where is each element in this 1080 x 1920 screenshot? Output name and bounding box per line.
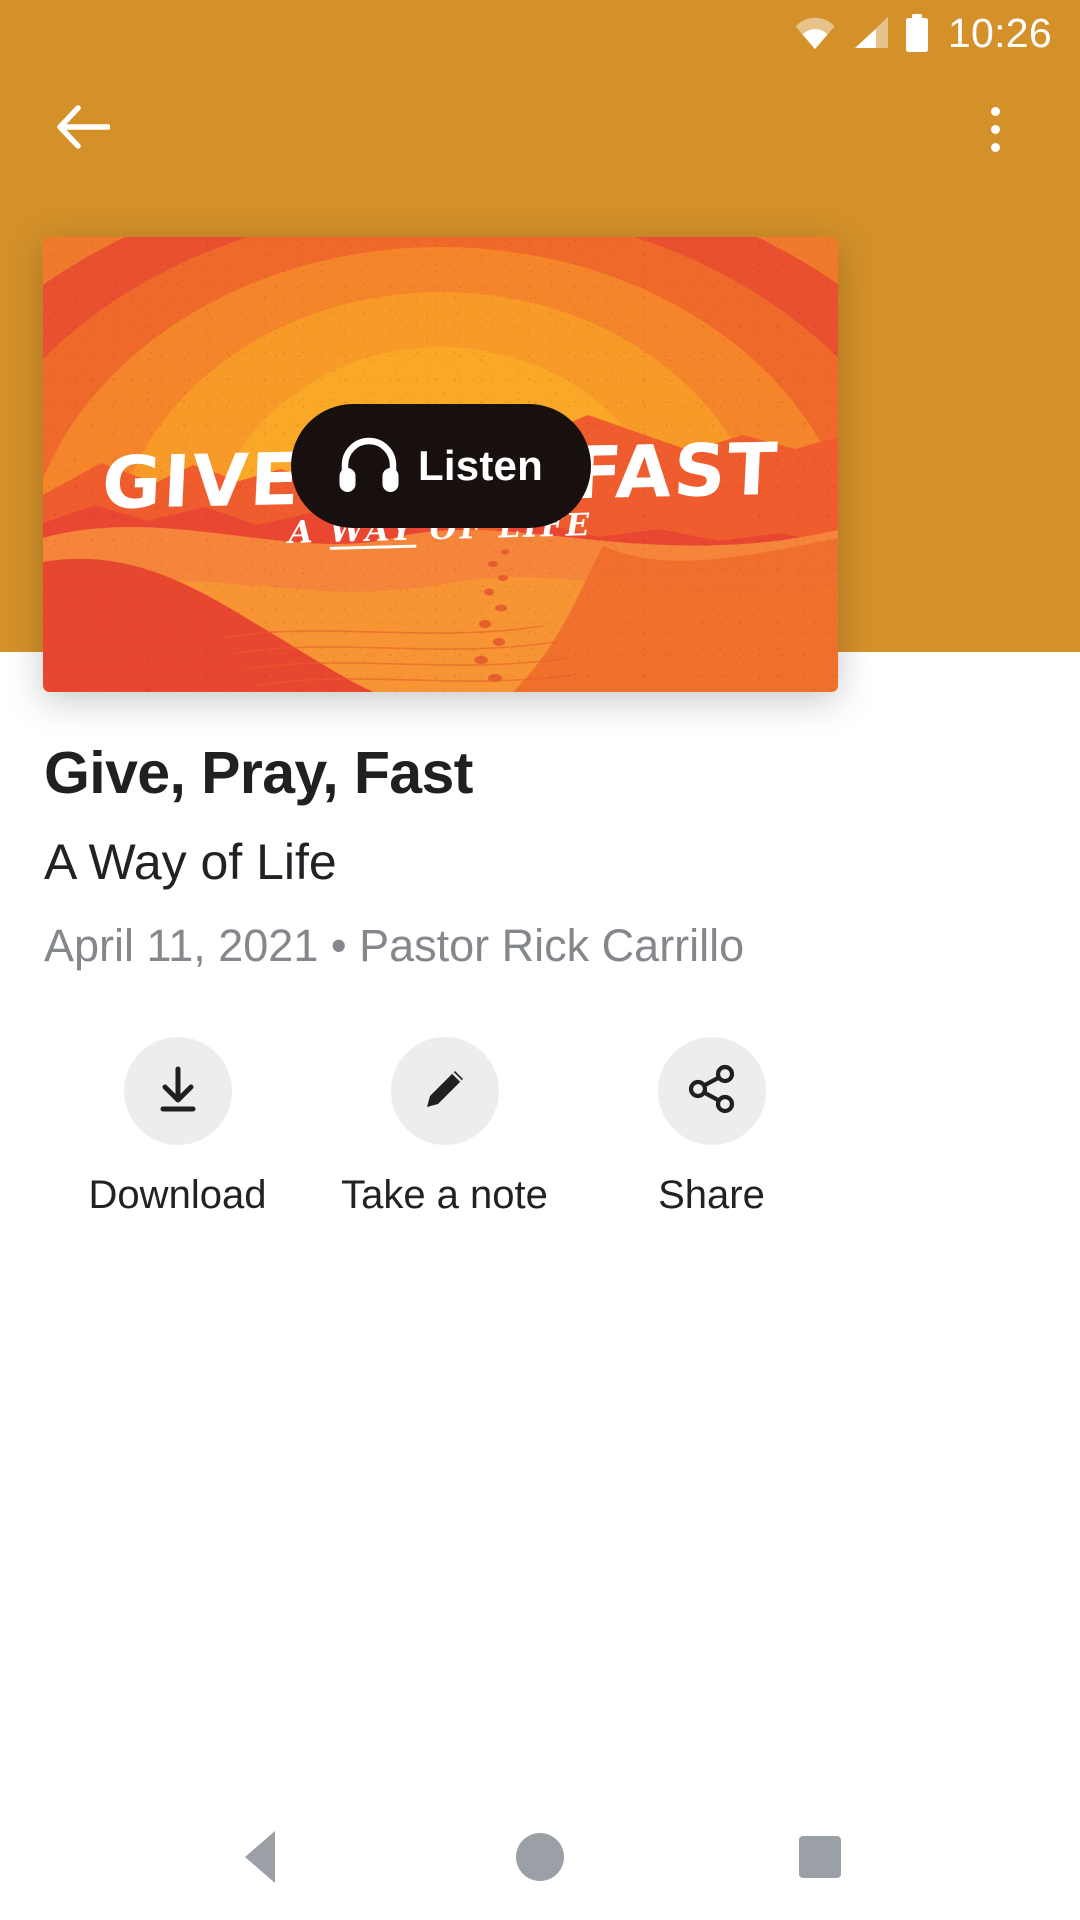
take-a-note-button-label: Take a note <box>341 1173 548 1218</box>
listen-button-label: Listen <box>418 442 543 489</box>
nav-back-button[interactable] <box>200 1797 320 1917</box>
app-bar <box>0 66 1080 192</box>
sermon-series-subtitle: A Way of Life <box>44 834 337 891</box>
headphones-icon <box>338 435 400 498</box>
sermon-title: Give, Pray, Fast <box>44 740 473 806</box>
nav-recents-button[interactable] <box>760 1797 880 1917</box>
listen-button[interactable]: Listen <box>290 404 591 528</box>
share-button[interactable]: Share <box>578 1037 845 1218</box>
cell-signal-icon <box>850 16 890 50</box>
nav-recents-icon <box>799 1836 841 1878</box>
nav-home-icon <box>516 1833 564 1881</box>
take-a-note-button[interactable]: Take a note <box>311 1037 578 1218</box>
back-button[interactable] <box>38 84 128 174</box>
status-bar-clock: 10:26 <box>947 9 1052 56</box>
share-icon <box>686 1063 738 1120</box>
sermon-details: Give, Pray, Fast A Way of Life April 11,… <box>0 692 1080 1218</box>
battery-icon <box>904 14 930 52</box>
download-button[interactable]: Download <box>44 1037 311 1218</box>
download-button-circle <box>123 1037 232 1146</box>
download-button-label: Download <box>88 1173 267 1218</box>
wifi-icon <box>794 16 836 50</box>
status-bar: 10:26 <box>0 0 1080 66</box>
nav-back-icon <box>245 1831 275 1883</box>
nav-home-button[interactable] <box>480 1797 600 1917</box>
app-screen: 10:26 GIVE FAST A WAY OF LIFE Listen Giv… <box>0 0 1080 1920</box>
sermon-meta-line: April 11, 2021 • Pastor Rick Carrillo <box>44 919 745 971</box>
sermon-artwork-card[interactable]: GIVE PRAY FAST A WAY OF LIFE Listen <box>43 237 838 692</box>
pencil-icon <box>419 1063 471 1120</box>
take-a-note-button-circle <box>390 1037 499 1146</box>
overflow-menu-icon <box>990 106 1000 152</box>
action-row: Download Take a note Share <box>0 1037 1080 1218</box>
sermon-artwork: GIVE PRAY FAST A WAY OF LIFE Listen <box>43 237 838 692</box>
share-button-circle <box>657 1037 766 1146</box>
back-arrow-icon <box>56 104 111 155</box>
share-button-label: Share <box>658 1173 765 1218</box>
overflow-menu-button[interactable] <box>950 84 1040 174</box>
download-icon <box>151 1062 205 1121</box>
system-navigation-bar <box>0 1794 1080 1920</box>
